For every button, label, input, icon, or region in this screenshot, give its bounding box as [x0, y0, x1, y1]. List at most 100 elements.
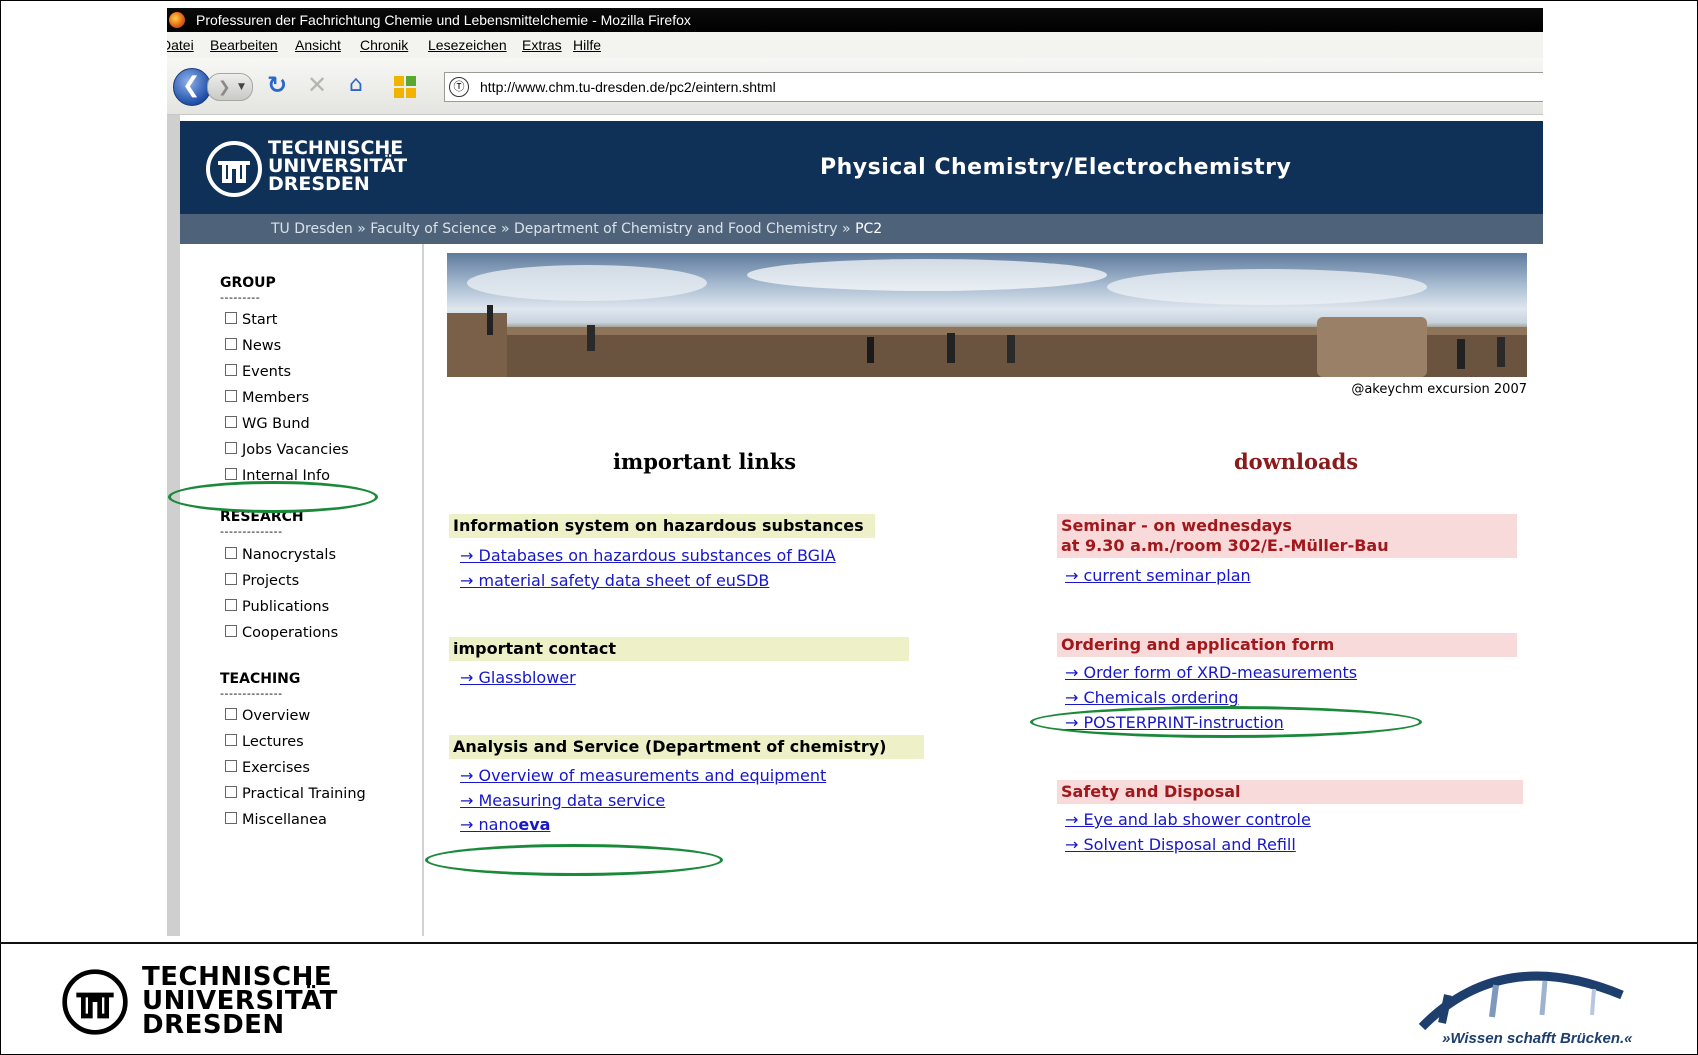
- sidebar-item-label: Publications: [242, 599, 330, 615]
- sidebar-item-cooperations[interactable]: Cooperations: [225, 625, 338, 641]
- banner-credit: @akeychm excursion 2007: [1351, 382, 1527, 397]
- forward-arrow-icon: ❯: [218, 78, 231, 96]
- web-page: TECHNISCHE UNIVERSITÄT DRESDEN Physical …: [167, 115, 1543, 936]
- back-button[interactable]: ❮: [173, 68, 211, 106]
- footer-logo-line-3: DRESDEN: [142, 1010, 285, 1040]
- tu-dresden-logo-icon[interactable]: [204, 139, 264, 199]
- sidebar-divider: [422, 244, 424, 936]
- sidebar-item-label: Start: [242, 312, 278, 328]
- highlight-ellipse-xrd-order: [1030, 706, 1422, 738]
- sidebar-item-overview[interactable]: Overview: [225, 708, 310, 724]
- breadcrumb-faculty[interactable]: Faculty of Science: [370, 221, 496, 237]
- sidebar-item-wg-bund[interactable]: WG Bund: [225, 416, 310, 432]
- home-icon[interactable]: ⌂: [349, 70, 363, 100]
- bullet-box-icon: [225, 364, 237, 376]
- bullet-box-icon: [225, 760, 237, 772]
- slide-divider-line: [0, 942, 1698, 944]
- link-seminar-plan[interactable]: → current seminar plan: [1065, 566, 1251, 585]
- bullet-box-icon: [225, 390, 237, 402]
- hazardous-substances-title: Information system on hazardous substanc…: [449, 514, 875, 538]
- sidebar-item-events[interactable]: Events: [225, 364, 291, 380]
- url-bar[interactable]: Ⓣ http://www.chm.tu-dresden.de/pc2/einte…: [444, 72, 1543, 102]
- logo-line-3: DRESDEN: [268, 173, 370, 195]
- sidebar-item-start[interactable]: Start: [225, 312, 277, 328]
- breadcrumb-current: PC2: [855, 221, 883, 237]
- sidebar-section-divider: ---------: [220, 291, 261, 304]
- menu-extras[interactable]: Extras: [522, 32, 562, 58]
- bullet-box-icon: [225, 786, 237, 798]
- bullet-box-icon: [225, 708, 237, 720]
- bullet-box-icon: [225, 625, 237, 637]
- sidebar-item-members[interactable]: Members: [225, 390, 309, 406]
- highlight-ellipse-internal-info: [168, 481, 378, 513]
- sidebar-item-practical-training[interactable]: Practical Training: [225, 786, 366, 802]
- sidebar-item-label: WG Bund: [242, 416, 310, 432]
- link-solvent-disposal[interactable]: → Solvent Disposal and Refill: [1065, 835, 1296, 854]
- reload-icon[interactable]: ↻: [267, 70, 287, 100]
- history-dropdown-icon[interactable]: ▼: [238, 74, 245, 100]
- bullet-box-icon: [225, 312, 237, 324]
- bullet-box-icon: [225, 599, 237, 611]
- link-order-form-xrd[interactable]: → Order form of XRD-measurements: [1065, 663, 1357, 682]
- breadcrumb-separator: »: [842, 221, 851, 237]
- link-chemicals-ordering[interactable]: → Chemicals ordering: [1065, 688, 1239, 707]
- sidebar-nav: GROUP --------- Start News Events Member…: [180, 244, 422, 936]
- link-measuring-data-service[interactable]: → Measuring data service: [460, 791, 665, 810]
- sidebar-item-jobs-vacancies[interactable]: Jobs Vacancies: [225, 442, 349, 458]
- breadcrumb-department[interactable]: Department of Chemistry and Food Chemist…: [514, 221, 838, 237]
- downloads-heading: downloads: [1234, 449, 1359, 474]
- seminar-title: Seminar - on wednesdays at 9.30 a.m./roo…: [1057, 514, 1517, 558]
- sidebar-item-label: Cooperations: [242, 625, 339, 641]
- highlight-ellipse-measuring-data: [425, 844, 723, 876]
- sidebar-section-divider: --------------: [220, 687, 283, 700]
- sidebar-item-publications[interactable]: Publications: [225, 599, 329, 615]
- link-eye-lab-shower[interactable]: → Eye and lab shower controle: [1065, 810, 1311, 829]
- tu-dresden-footer-text: TECHNISCHE UNIVERSITÄT DRESDEN: [142, 964, 338, 1040]
- seminar-title-line-2: at 9.30 a.m./room 302/E.-Müller-Bau: [1061, 536, 1389, 555]
- bullet-box-icon: [225, 812, 237, 824]
- slogan-text: »Wissen schafft Brücken.«: [1442, 1030, 1633, 1047]
- safety-disposal-title: Safety and Disposal: [1057, 780, 1523, 804]
- sidebar-item-nanocrystals[interactable]: Nanocrystals: [225, 547, 336, 563]
- bullet-box-icon: [225, 338, 237, 350]
- stop-icon[interactable]: ✕: [307, 70, 327, 100]
- forward-button[interactable]: ❯ ▼: [207, 73, 253, 101]
- browser-window: Professuren der Fachrichtung Chemie und …: [167, 8, 1543, 936]
- sidebar-item-miscellanea[interactable]: Miscellanea: [225, 812, 327, 828]
- link-overview-measurements[interactable]: → Overview of measurements and equipment: [460, 766, 826, 785]
- link-glassblower[interactable]: → Glassblower: [460, 668, 576, 687]
- sidebar-item-projects[interactable]: Projects: [225, 573, 299, 589]
- site-identity-icon[interactable]: Ⓣ: [449, 77, 469, 97]
- sidebar-section-teaching-title: TEACHING: [220, 671, 301, 687]
- sidebar-item-news[interactable]: News: [225, 338, 281, 354]
- bookmarks-grid-icon[interactable]: [394, 75, 416, 98]
- bullet-box-icon: [225, 734, 237, 746]
- nanoeva-prefix: → nano: [460, 815, 519, 834]
- sidebar-item-lectures[interactable]: Lectures: [225, 734, 304, 750]
- link-msds-eusdb[interactable]: → material safety data sheet of euSDB: [460, 571, 769, 590]
- link-databases-bgia[interactable]: → Databases on hazardous substances of B…: [460, 546, 836, 565]
- sidebar-item-label: Members: [242, 390, 310, 406]
- header-logo-text: TECHNISCHE UNIVERSITÄT DRESDEN: [268, 139, 407, 195]
- bullet-box-icon: [225, 547, 237, 559]
- sidebar-item-label: Overview: [242, 708, 311, 724]
- breadcrumb-tu-dresden[interactable]: TU Dresden: [271, 221, 353, 237]
- panorama-illustration: [447, 259, 1527, 377]
- breadcrumb-separator: »: [500, 221, 510, 237]
- url-text[interactable]: http://www.chm.tu-dresden.de/pc2/eintern…: [480, 73, 776, 101]
- menu-bearbeiten[interactable]: Bearbeiten: [210, 32, 278, 58]
- sidebar-item-exercises[interactable]: Exercises: [225, 760, 310, 776]
- bullet-box-icon: [225, 468, 237, 480]
- menu-lesezeichen[interactable]: Lesezeichen: [428, 32, 507, 58]
- bullet-box-icon: [225, 416, 237, 428]
- menu-ansicht[interactable]: Ansicht: [295, 32, 341, 58]
- breadcrumb-separator: »: [357, 221, 366, 237]
- menu-datei[interactable]: Datei: [167, 32, 194, 58]
- menu-hilfe[interactable]: Hilfe: [573, 32, 601, 58]
- analysis-service-title: Analysis and Service (Department of chem…: [449, 735, 924, 759]
- menu-chronik[interactable]: Chronik: [360, 32, 408, 58]
- sidebar-item-label: Exercises: [242, 760, 310, 776]
- sidebar-section-divider: --------------: [220, 525, 283, 538]
- bullet-box-icon: [225, 442, 237, 454]
- link-nanoeva[interactable]: → nanoeva: [460, 815, 550, 834]
